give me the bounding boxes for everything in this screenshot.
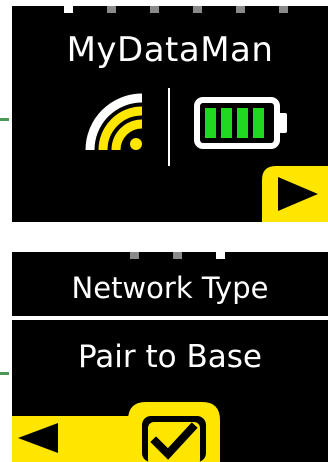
page-indicator	[12, 6, 328, 13]
page-dot	[150, 6, 159, 13]
page-indicator	[12, 252, 328, 259]
menu-screen: Network Type Pair to Base	[12, 252, 328, 462]
battery-cell	[237, 108, 248, 138]
status-divider	[168, 88, 170, 166]
battery-icon	[194, 97, 287, 149]
action-bar	[12, 402, 328, 462]
callout-pointer	[0, 118, 9, 121]
page-dot	[130, 252, 139, 259]
battery-cell	[253, 108, 264, 138]
page-dot-active	[64, 6, 73, 13]
page-dot	[279, 6, 288, 13]
device-name-title: MyDataMan	[66, 30, 274, 70]
menu-title: Network Type	[71, 271, 269, 305]
menu-selected-item[interactable]: Pair to Base	[12, 338, 328, 376]
menu-separator	[12, 316, 328, 320]
page-dot	[107, 6, 116, 13]
menu-header: Network Type	[12, 252, 328, 316]
home-screen: MyDataMan	[12, 6, 328, 222]
page-dot-active	[216, 252, 225, 259]
next-button[interactable]	[262, 166, 328, 222]
page-dot	[193, 6, 202, 13]
back-button[interactable]	[12, 402, 132, 462]
confirm-button[interactable]	[128, 402, 220, 462]
page-dot	[236, 6, 245, 13]
battery-cell	[221, 108, 232, 138]
callout-pointer	[0, 372, 9, 375]
wifi-signal-icon	[85, 93, 143, 151]
battery-cell	[205, 108, 216, 138]
page-dot	[173, 252, 182, 259]
